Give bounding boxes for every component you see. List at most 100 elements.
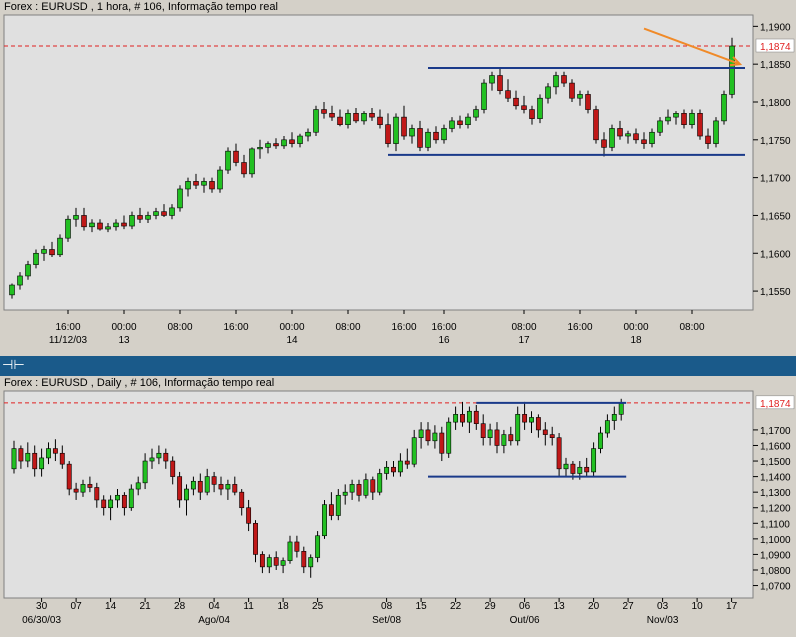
last-price-label: 1,1874 bbox=[760, 399, 791, 410]
pane-splitter[interactable]: ⊣⊢ bbox=[0, 356, 796, 376]
candle-down bbox=[584, 466, 590, 473]
candle-up bbox=[225, 150, 231, 171]
candle-down bbox=[369, 113, 375, 118]
candle-up bbox=[577, 94, 583, 99]
x-tick-label: 16:00 bbox=[391, 322, 416, 333]
candle-up bbox=[115, 494, 120, 501]
candle-up bbox=[345, 113, 351, 125]
candle-down bbox=[391, 466, 396, 473]
candle-up bbox=[156, 452, 162, 459]
candle-down bbox=[18, 448, 24, 462]
candle-down bbox=[259, 554, 265, 568]
candle-down bbox=[246, 507, 252, 524]
candle-down bbox=[209, 181, 215, 190]
candle-down bbox=[328, 504, 334, 516]
x-tick-label: 03 bbox=[657, 601, 669, 612]
candle-up bbox=[113, 222, 119, 228]
candle-up bbox=[673, 113, 679, 118]
candle-up bbox=[665, 116, 671, 122]
candle-down bbox=[439, 432, 445, 454]
candle-down bbox=[197, 480, 203, 493]
candle-up bbox=[649, 131, 655, 144]
candle-up bbox=[308, 557, 314, 568]
candle-up bbox=[25, 452, 31, 462]
candle-up bbox=[425, 131, 431, 148]
candle-up bbox=[135, 482, 141, 490]
y-tick-label: 1,0700 bbox=[760, 582, 791, 593]
x-tick-label: 16:00 bbox=[223, 322, 248, 333]
candle-up bbox=[418, 429, 424, 438]
candle-up bbox=[280, 560, 286, 566]
candle-up bbox=[361, 113, 367, 122]
candle-up bbox=[169, 207, 175, 216]
candle-down bbox=[49, 249, 55, 256]
candle-up bbox=[465, 116, 471, 125]
resize-handle-icon[interactable]: ⊣⊢ bbox=[2, 359, 25, 373]
candle-up bbox=[287, 541, 293, 561]
candle-up bbox=[190, 480, 196, 490]
candle-up bbox=[80, 484, 86, 493]
daily-chart-pane[interactable]: Forex : EURUSD , Daily , # 106, Informaç… bbox=[0, 376, 796, 637]
x-tick-label: 21 bbox=[140, 601, 152, 612]
y-tick-label: 1,1550 bbox=[760, 287, 791, 298]
x-tick-sublabel: Nov/03 bbox=[647, 615, 679, 626]
candle-down bbox=[542, 429, 548, 435]
candle-down bbox=[508, 434, 514, 442]
candle-up bbox=[611, 414, 617, 421]
candle-up bbox=[225, 484, 231, 490]
x-tick-label: 00:00 bbox=[111, 322, 136, 333]
x-tick-sublabel: 16 bbox=[438, 335, 450, 346]
plot-area bbox=[3, 390, 754, 599]
x-tick-sublabel: 17 bbox=[518, 335, 530, 346]
x-tick-sublabel: 06/30/03 bbox=[22, 615, 61, 626]
candle-down bbox=[211, 476, 217, 485]
candle-down bbox=[561, 75, 567, 84]
candle-up bbox=[73, 215, 79, 220]
candle-up bbox=[315, 535, 321, 558]
candle-up bbox=[65, 218, 71, 239]
x-tick-label: 15 bbox=[416, 601, 428, 612]
x-tick-label: 00:00 bbox=[623, 322, 648, 333]
candle-up bbox=[529, 417, 534, 423]
y-tick-label: 1,0800 bbox=[760, 566, 791, 577]
candle-down bbox=[289, 139, 295, 144]
hourly-chart[interactable]: 1,1900 1,1850 1,1800 1,1750 1,1700 1,1650 1,16… bbox=[0, 0, 796, 356]
candle-down bbox=[569, 82, 575, 99]
y-tick-label: 1,1600 bbox=[760, 249, 791, 260]
candle-up bbox=[545, 86, 551, 99]
candle-down bbox=[473, 410, 479, 424]
x-tick-label: 13 bbox=[554, 601, 566, 612]
candle-down bbox=[697, 113, 703, 137]
x-tick-label: 04 bbox=[209, 601, 221, 612]
candle-down bbox=[585, 94, 591, 110]
candle-down bbox=[329, 113, 335, 118]
x-tick-label: 11 bbox=[243, 601, 254, 612]
x-tick-label: 08:00 bbox=[167, 322, 192, 333]
candle-down bbox=[529, 109, 535, 119]
candle-up bbox=[377, 473, 383, 493]
hourly-chart-pane[interactable]: Forex : EURUSD , 1 hora, # 106, Informaç… bbox=[0, 0, 796, 356]
candle-up bbox=[46, 448, 51, 459]
candle-up bbox=[713, 120, 719, 144]
y-tick-label: 1,1700 bbox=[760, 426, 791, 437]
x-tick-label: 22 bbox=[450, 601, 462, 612]
candle-up bbox=[441, 128, 447, 141]
candle-down bbox=[556, 437, 562, 470]
x-tick-label: 30 bbox=[36, 601, 48, 612]
candle-up bbox=[142, 460, 148, 484]
candle-up bbox=[577, 466, 583, 474]
candle-up bbox=[204, 476, 210, 493]
candle-down bbox=[87, 484, 93, 488]
candle-down bbox=[404, 460, 410, 465]
candle-up bbox=[515, 414, 521, 442]
candle-down bbox=[273, 143, 279, 147]
candle-up bbox=[129, 215, 135, 227]
y-tick-label: 1,1000 bbox=[760, 535, 791, 546]
daily-chart[interactable]: 1,1700 1,1600 1,1500 1,1400 1,1300 1,1200 1,11… bbox=[0, 376, 796, 637]
candle-down bbox=[593, 109, 599, 141]
candle-down bbox=[73, 488, 79, 493]
y-tick-label: 1,1700 bbox=[760, 174, 791, 185]
candle-down bbox=[161, 211, 167, 216]
x-tick-label: 18 bbox=[278, 601, 290, 612]
candle-up bbox=[17, 275, 23, 286]
